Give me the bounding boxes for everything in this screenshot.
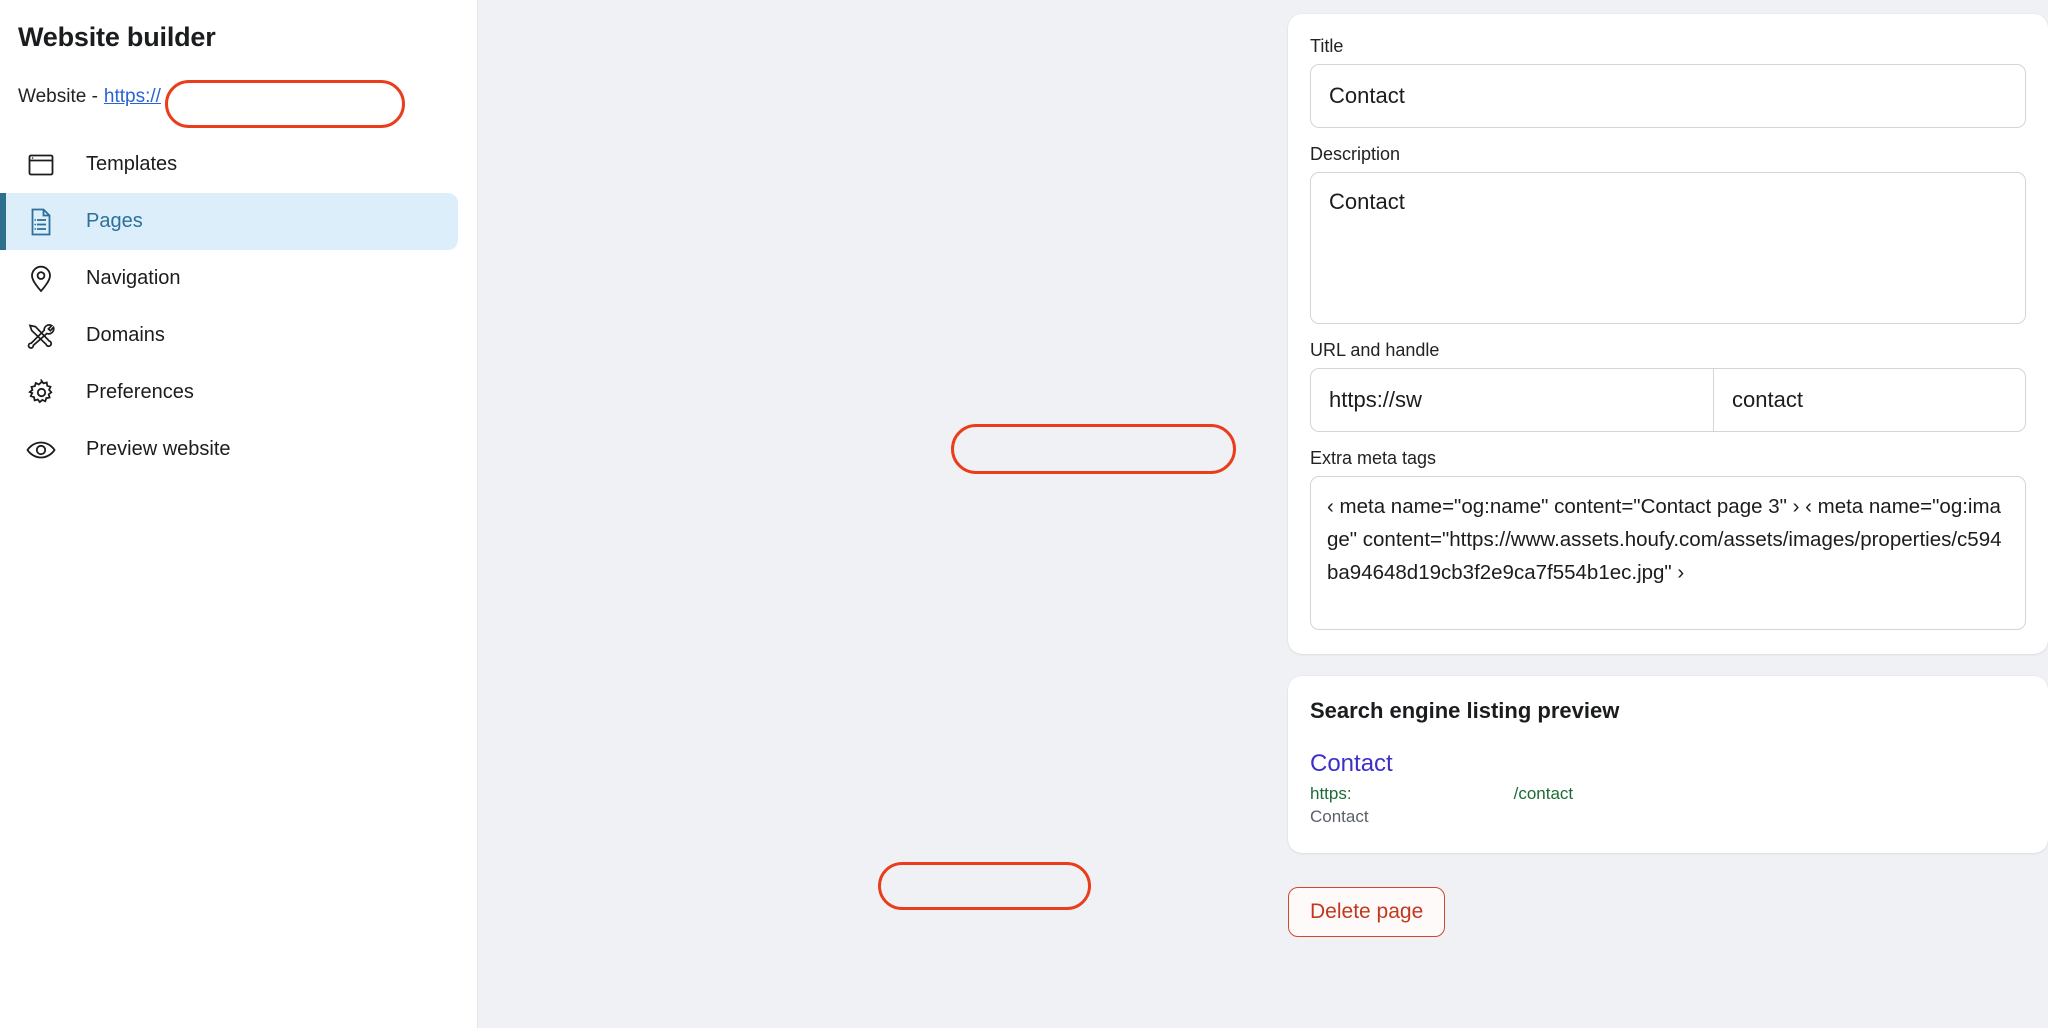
description-label: Description <box>1310 144 1401 164</box>
url-handle-field: URL and handle https://sw contact <box>1310 340 2026 432</box>
delete-page-wrap: Delete page <box>1288 887 2048 937</box>
sidebar-item-label: Domains <box>86 324 165 346</box>
preview-url-suffix: /contact <box>1513 784 1574 803</box>
browser-window-icon <box>26 150 56 180</box>
description-textarea[interactable]: Contact <box>1310 172 2026 324</box>
title-input[interactable]: Contact <box>1310 64 2026 128</box>
eye-icon <box>26 435 56 465</box>
sidebar-item-label: Pages <box>86 210 143 232</box>
page-title: Website builder <box>18 22 216 52</box>
website-url-link[interactable]: https:// <box>104 86 161 108</box>
map-pin-icon <box>26 264 56 294</box>
website-label: Website - <box>18 86 98 107</box>
url-handle-row: https://sw contact <box>1310 368 2026 432</box>
sidebar: Website builder Website - https:// Templ… <box>0 0 478 1028</box>
url-handle-input[interactable]: contact <box>1714 369 2025 431</box>
tools-icon <box>26 321 56 351</box>
title-field: Title Contact <box>1310 36 2026 128</box>
extra-meta-tags-field: Extra meta tags ‹ meta name="og:name" co… <box>1310 448 2026 630</box>
gear-icon <box>26 378 56 408</box>
search-engine-preview-card: Search engine listing preview Contact ht… <box>1288 676 2048 853</box>
extra-meta-tags-textarea[interactable]: ‹ meta name="og:name" content="Contact p… <box>1310 476 2026 630</box>
sidebar-item-label: Preview website <box>86 438 231 460</box>
preview-url-prefix: https: <box>1310 784 1352 803</box>
preview-title: Contact <box>1310 750 1393 777</box>
sidebar-nav: Templates Pages Navigation Domains Prefe… <box>0 136 477 478</box>
extra-meta-tags-label: Extra meta tags <box>1310 448 1437 468</box>
delete-page-button[interactable]: Delete page <box>1288 887 1446 937</box>
sidebar-item-navigation[interactable]: Navigation <box>0 250 477 307</box>
sidebar-item-label: Templates <box>86 153 178 175</box>
website-builder-app: Website builder Website - https:// Templ… <box>0 0 2048 1028</box>
document-list-icon <box>26 207 56 237</box>
url-prefix-input[interactable]: https://sw <box>1311 369 1714 431</box>
sidebar-item-templates[interactable]: Templates <box>0 136 477 193</box>
title-label: Title <box>1310 36 1344 56</box>
sidebar-item-preferences[interactable]: Preferences <box>0 364 477 421</box>
preview-heading: Search engine listing preview <box>1310 698 1620 723</box>
website-url-row: Website - https:// <box>0 53 477 108</box>
url-handle-label: URL and handle <box>1310 340 1440 360</box>
sidebar-item-label: Navigation <box>86 267 181 289</box>
center-column: Title Contact Description Contact URL an… <box>1288 14 2048 937</box>
preview-description: Contact <box>1310 807 1369 826</box>
page-settings-card: Title Contact Description Contact URL an… <box>1288 14 2048 654</box>
description-field: Description Contact <box>1310 144 2026 324</box>
sidebar-item-label: Preferences <box>86 381 194 403</box>
sidebar-item-pages[interactable]: Pages <box>0 193 458 250</box>
sidebar-item-domains[interactable]: Domains <box>0 307 477 364</box>
sidebar-item-preview-website[interactable]: Preview website <box>0 421 477 478</box>
preview-url: https: /contact <box>1310 784 2026 804</box>
main-content: Title Contact Description Contact URL an… <box>478 0 2048 1028</box>
